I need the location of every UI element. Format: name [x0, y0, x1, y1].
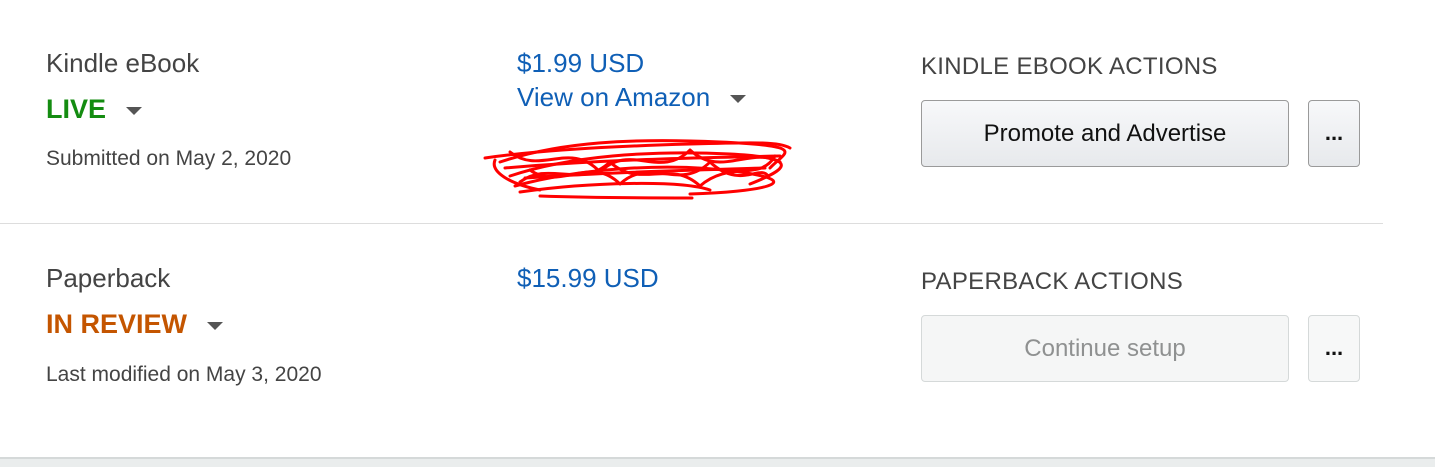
- price-link[interactable]: $1.99 USD: [517, 48, 644, 79]
- more-options-button[interactable]: ...: [1308, 100, 1360, 167]
- caret-down-icon: [730, 95, 747, 103]
- view-on-amazon-dropdown[interactable]: View on Amazon: [517, 82, 747, 113]
- view-on-amazon-label: View on Amazon: [517, 82, 711, 112]
- actions-heading: PAPERBACK ACTIONS: [921, 268, 1184, 295]
- status-label: LIVE: [46, 94, 107, 124]
- continue-setup-button[interactable]: Continue setup: [921, 315, 1289, 382]
- promote-and-advertise-button[interactable]: Promote and Advertise: [921, 100, 1289, 167]
- submitted-date: Submitted on May 2, 2020: [46, 147, 292, 170]
- status-label: IN REVIEW: [46, 309, 188, 339]
- format-title: Kindle eBook: [46, 48, 200, 78]
- status-dropdown[interactable]: LIVE: [46, 94, 143, 125]
- last-modified-date: Last modified on May 3, 2020: [46, 363, 322, 386]
- paperback-row: Paperback IN REVIEW Last modified on May…: [0, 224, 1435, 460]
- status-dropdown[interactable]: IN REVIEW: [46, 309, 224, 340]
- redaction-scribble: [483, 139, 792, 200]
- bottom-bar: [0, 457, 1435, 467]
- more-options-icon: ...: [1324, 120, 1344, 145]
- price-link[interactable]: $15.99 USD: [517, 263, 659, 294]
- more-options-button[interactable]: ...: [1308, 315, 1360, 382]
- kindle-ebook-row: Kindle eBook LIVE Submitted on May 2, 20…: [0, 0, 1435, 224]
- format-title: Paperback: [46, 263, 171, 293]
- caret-down-icon: [126, 107, 143, 115]
- more-options-icon: ...: [1324, 335, 1344, 360]
- caret-down-icon: [207, 322, 224, 330]
- actions-heading: KINDLE EBOOK ACTIONS: [921, 53, 1218, 80]
